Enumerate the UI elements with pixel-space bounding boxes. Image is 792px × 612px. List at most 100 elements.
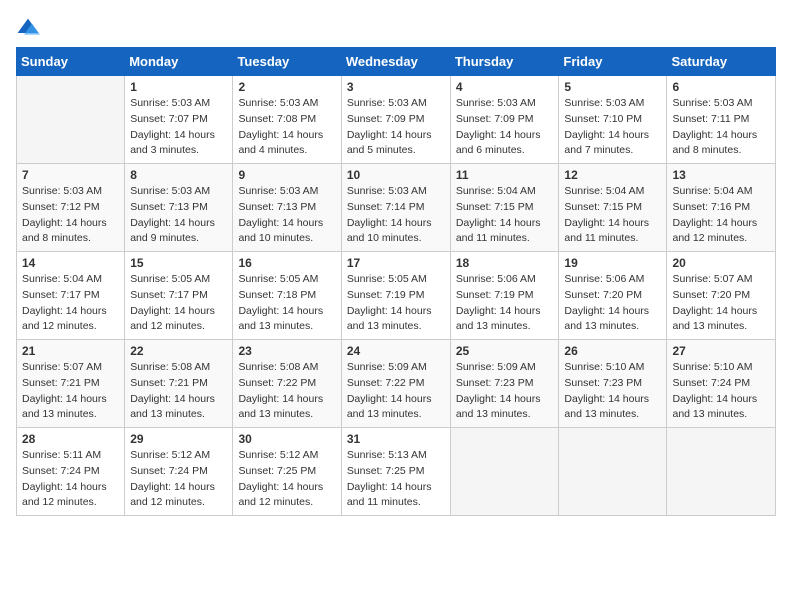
day-info: Sunrise: 5:03 AM Sunset: 7:11 PM Dayligh… (672, 96, 770, 159)
calendar-cell: 25Sunrise: 5:09 AM Sunset: 7:23 PM Dayli… (450, 340, 559, 428)
calendar-cell: 11 Sunrise: 5:04 AM Sunset: 7:15 PM Dayli… (450, 164, 559, 252)
day-number: 21 (22, 344, 119, 358)
day-number: 8 (130, 168, 227, 182)
logo-icon (16, 17, 40, 37)
day-number: 17 (347, 256, 445, 270)
day-info: Sunrise: 5:08 AM Sunset: 7:22 PM Dayligh… (238, 360, 335, 423)
calendar-day-header: Thursday (450, 48, 559, 76)
day-number: 22 (130, 344, 227, 358)
day-number: 29 (130, 432, 227, 446)
calendar-cell: 1 Sunrise: 5:03 AM Sunset: 7:07 PM Daylig… (125, 76, 233, 164)
calendar-cell: 30 Sunrise: 5:12 AM Sunset: 7:25 PM Dayli… (233, 428, 341, 516)
calendar-day-header: Saturday (667, 48, 776, 76)
day-info: Sunrise: 5:03 AM Sunset: 7:09 PM Dayligh… (347, 96, 445, 159)
day-info: Sunrise: 5:13 AM Sunset: 7:25 PM Dayligh… (347, 448, 445, 511)
day-info: Sunrise: 5:05 AM Sunset: 7:18 PM Dayligh… (238, 272, 335, 335)
day-info: Sunrise: 5:05 AM Sunset: 7:17 PM Dayligh… (130, 272, 227, 335)
day-info: Sunrise: 5:03 AM Sunset: 7:10 PM Dayligh… (564, 96, 661, 159)
calendar-cell: 7Sunrise: 5:03 AM Sunset: 7:12 PM Daylig… (17, 164, 125, 252)
day-info: Sunrise: 5:09 AM Sunset: 7:23 PM Dayligh… (456, 360, 554, 423)
day-number: 3 (347, 80, 445, 94)
calendar-cell: 6 Sunrise: 5:03 AM Sunset: 7:11 PM Daylig… (667, 76, 776, 164)
day-number: 18 (456, 256, 554, 270)
day-info: Sunrise: 5:03 AM Sunset: 7:09 PM Dayligh… (456, 96, 554, 159)
day-info: Sunrise: 5:05 AM Sunset: 7:19 PM Dayligh… (347, 272, 445, 335)
day-info: Sunrise: 5:03 AM Sunset: 7:07 PM Dayligh… (130, 96, 227, 159)
day-info: Sunrise: 5:12 AM Sunset: 7:25 PM Dayligh… (238, 448, 335, 511)
day-number: 15 (130, 256, 227, 270)
calendar-cell: 31 Sunrise: 5:13 AM Sunset: 7:25 PM Dayli… (341, 428, 450, 516)
day-number: 10 (347, 168, 445, 182)
day-number: 12 (564, 168, 661, 182)
calendar-cell: 22 Sunrise: 5:08 AM Sunset: 7:21 PM Dayli… (125, 340, 233, 428)
calendar-cell: 12 Sunrise: 5:04 AM Sunset: 7:15 PM Dayli… (559, 164, 667, 252)
calendar-cell (667, 428, 776, 516)
day-info: Sunrise: 5:07 AM Sunset: 7:21 PM Dayligh… (22, 360, 119, 423)
calendar-cell: 4 Sunrise: 5:03 AM Sunset: 7:09 PM Daylig… (450, 76, 559, 164)
calendar-week-row: 28 Sunrise: 5:11 AM Sunset: 7:24 PM Dayli… (17, 428, 776, 516)
calendar-cell: 5 Sunrise: 5:03 AM Sunset: 7:10 PM Daylig… (559, 76, 667, 164)
day-number: 5 (564, 80, 661, 94)
day-number: 31 (347, 432, 445, 446)
day-info: Sunrise: 5:11 AM Sunset: 7:24 PM Dayligh… (22, 448, 119, 511)
calendar: SundayMondayTuesdayWednesdayThursdayFrid… (16, 47, 776, 516)
calendar-day-header: Friday (559, 48, 667, 76)
day-number: 26 (564, 344, 661, 358)
calendar-day-header: Monday (125, 48, 233, 76)
calendar-week-row: 14 Sunrise: 5:04 AM Sunset: 7:17 PM Dayli… (17, 252, 776, 340)
day-info: Sunrise: 5:12 AM Sunset: 7:24 PM Dayligh… (130, 448, 227, 511)
calendar-week-row: 1 Sunrise: 5:03 AM Sunset: 7:07 PM Daylig… (17, 76, 776, 164)
calendar-cell: 3 Sunrise: 5:03 AM Sunset: 7:09 PM Daylig… (341, 76, 450, 164)
day-number: 11 (456, 168, 554, 182)
calendar-cell: 10Sunrise: 5:03 AM Sunset: 7:14 PM Dayli… (341, 164, 450, 252)
calendar-day-header: Wednesday (341, 48, 450, 76)
calendar-cell: 26Sunrise: 5:10 AM Sunset: 7:23 PM Dayli… (559, 340, 667, 428)
calendar-cell: 19 Sunrise: 5:06 AM Sunset: 7:20 PM Dayli… (559, 252, 667, 340)
calendar-week-row: 7Sunrise: 5:03 AM Sunset: 7:12 PM Daylig… (17, 164, 776, 252)
calendar-cell: 23Sunrise: 5:08 AM Sunset: 7:22 PM Dayli… (233, 340, 341, 428)
day-number: 20 (672, 256, 770, 270)
calendar-cell: 28 Sunrise: 5:11 AM Sunset: 7:24 PM Dayli… (17, 428, 125, 516)
day-info: Sunrise: 5:06 AM Sunset: 7:19 PM Dayligh… (456, 272, 554, 335)
calendar-week-row: 21 Sunrise: 5:07 AM Sunset: 7:21 PM Dayli… (17, 340, 776, 428)
calendar-cell: 15 Sunrise: 5:05 AM Sunset: 7:17 PM Dayli… (125, 252, 233, 340)
calendar-cell: 21 Sunrise: 5:07 AM Sunset: 7:21 PM Dayli… (17, 340, 125, 428)
calendar-day-header: Sunday (17, 48, 125, 76)
day-info: Sunrise: 5:09 AM Sunset: 7:22 PM Dayligh… (347, 360, 445, 423)
day-info: Sunrise: 5:06 AM Sunset: 7:20 PM Dayligh… (564, 272, 661, 335)
day-info: Sunrise: 5:04 AM Sunset: 7:15 PM Dayligh… (564, 184, 661, 247)
day-info: Sunrise: 5:04 AM Sunset: 7:17 PM Dayligh… (22, 272, 119, 335)
day-number: 30 (238, 432, 335, 446)
header (16, 16, 776, 37)
calendar-day-header: Tuesday (233, 48, 341, 76)
day-info: Sunrise: 5:03 AM Sunset: 7:13 PM Dayligh… (238, 184, 335, 247)
day-number: 2 (238, 80, 335, 94)
day-number: 19 (564, 256, 661, 270)
calendar-cell: 27Sunrise: 5:10 AM Sunset: 7:24 PM Dayli… (667, 340, 776, 428)
day-number: 4 (456, 80, 554, 94)
day-number: 1 (130, 80, 227, 94)
calendar-cell: 8 Sunrise: 5:03 AM Sunset: 7:13 PM Daylig… (125, 164, 233, 252)
calendar-cell (17, 76, 125, 164)
calendar-cell: 18 Sunrise: 5:06 AM Sunset: 7:19 PM Dayli… (450, 252, 559, 340)
day-info: Sunrise: 5:08 AM Sunset: 7:21 PM Dayligh… (130, 360, 227, 423)
day-info: Sunrise: 5:03 AM Sunset: 7:08 PM Dayligh… (238, 96, 335, 159)
calendar-cell: 13 Sunrise: 5:04 AM Sunset: 7:16 PM Dayli… (667, 164, 776, 252)
day-info: Sunrise: 5:04 AM Sunset: 7:15 PM Dayligh… (456, 184, 554, 247)
calendar-cell: 16 Sunrise: 5:05 AM Sunset: 7:18 PM Dayli… (233, 252, 341, 340)
calendar-cell: 24 Sunrise: 5:09 AM Sunset: 7:22 PM Dayli… (341, 340, 450, 428)
calendar-cell: 2 Sunrise: 5:03 AM Sunset: 7:08 PM Daylig… (233, 76, 341, 164)
logo (16, 16, 44, 37)
day-number: 28 (22, 432, 119, 446)
day-number: 16 (238, 256, 335, 270)
day-number: 6 (672, 80, 770, 94)
calendar-cell (559, 428, 667, 516)
calendar-cell: 14 Sunrise: 5:04 AM Sunset: 7:17 PM Dayli… (17, 252, 125, 340)
day-number: 14 (22, 256, 119, 270)
day-number: 13 (672, 168, 770, 182)
day-info: Sunrise: 5:04 AM Sunset: 7:16 PM Dayligh… (672, 184, 770, 247)
day-info: Sunrise: 5:03 AM Sunset: 7:12 PM Dayligh… (22, 184, 119, 247)
calendar-cell: 20Sunrise: 5:07 AM Sunset: 7:20 PM Dayli… (667, 252, 776, 340)
day-info: Sunrise: 5:03 AM Sunset: 7:13 PM Dayligh… (130, 184, 227, 247)
day-number: 24 (347, 344, 445, 358)
